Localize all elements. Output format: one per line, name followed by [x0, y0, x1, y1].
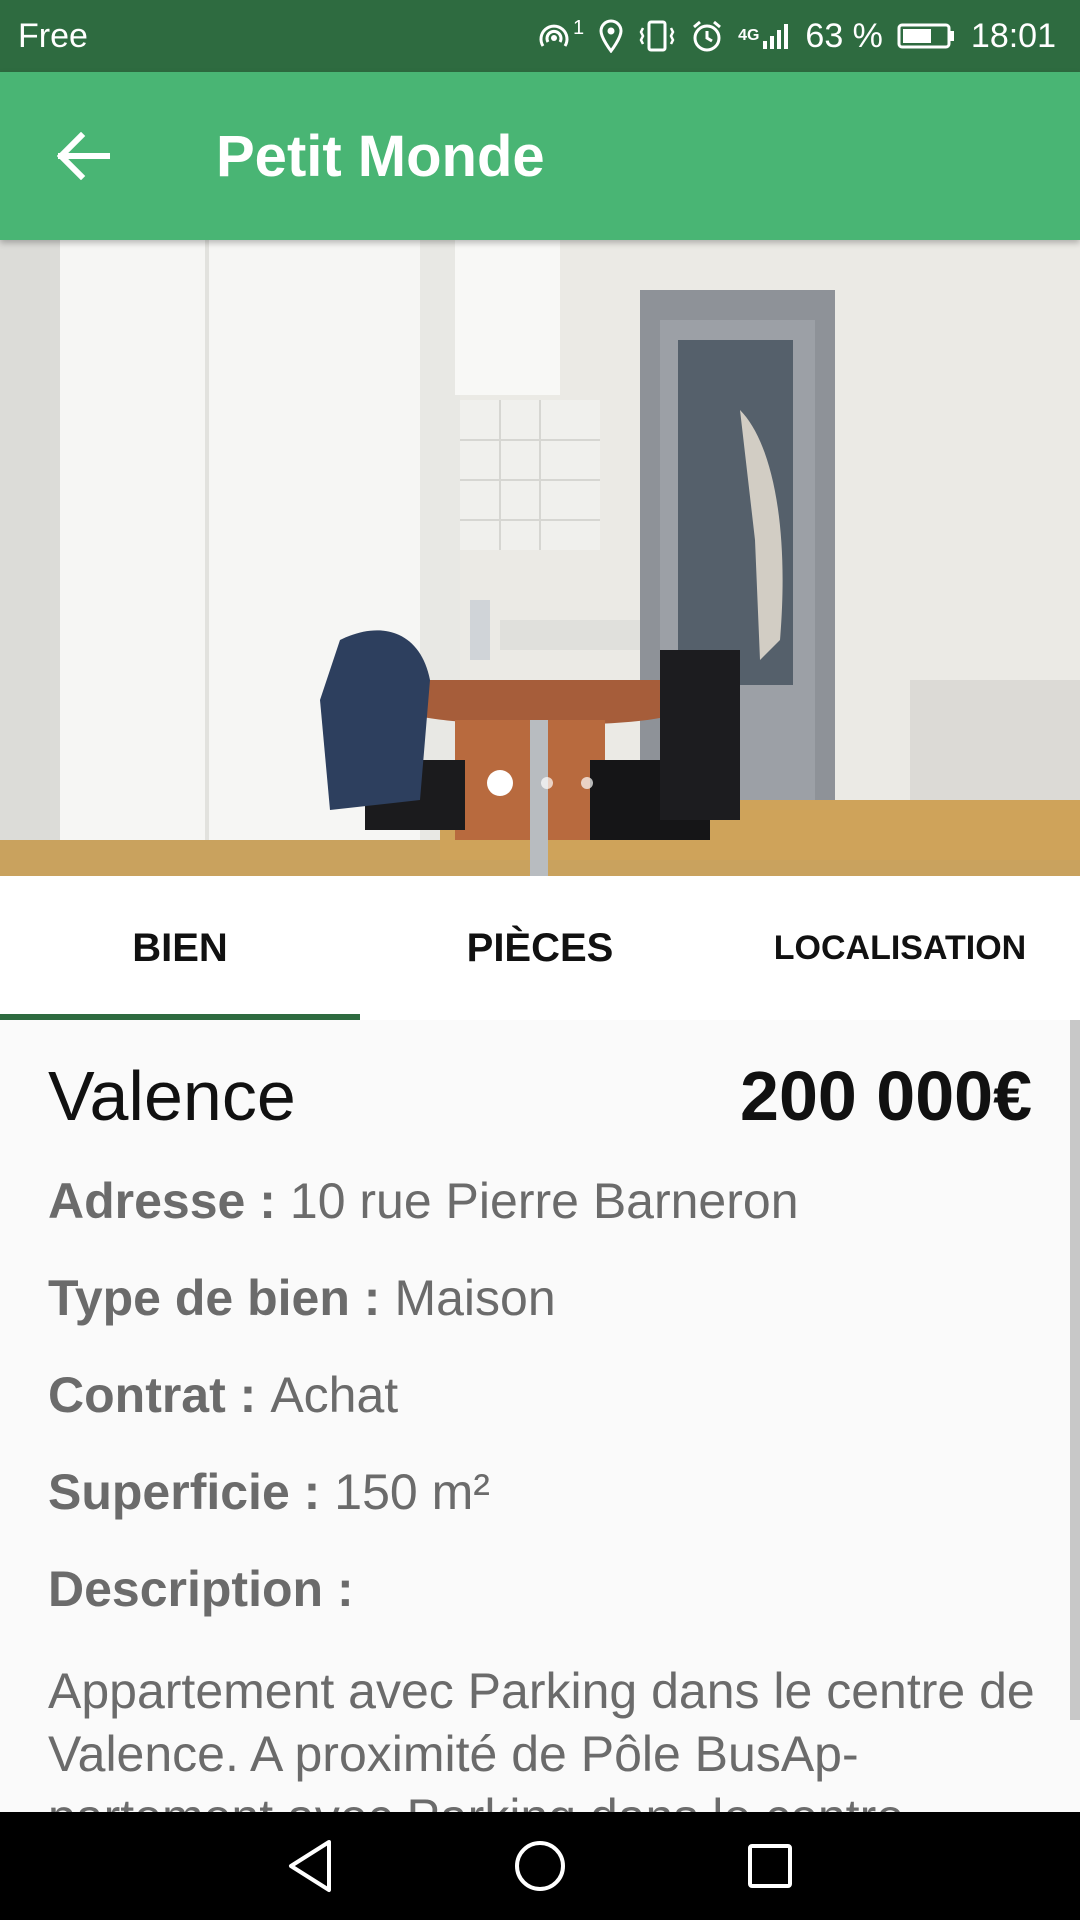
- location-icon: [598, 19, 624, 53]
- field-address: Adresse :10 rue Pierre Barneron: [48, 1172, 799, 1230]
- field-value: 10 rue Pierre Barneron: [289, 1173, 799, 1229]
- carousel-dot-1[interactable]: [487, 770, 513, 796]
- nav-home-button[interactable]: [490, 1816, 590, 1916]
- alarm-icon: [690, 19, 724, 53]
- field-label: Type de bien :: [48, 1270, 381, 1326]
- field-type: Type de bien : Maison: [48, 1269, 556, 1327]
- page-title: Petit Monde: [216, 123, 545, 189]
- description-text: Appartement avec Parking dans le centre …: [48, 1663, 1035, 1812]
- app-bar: Petit Monde: [0, 72, 1080, 240]
- square-recents-icon: [748, 1844, 792, 1888]
- network-type: 4G: [738, 27, 760, 44]
- circle-home-icon: [515, 1841, 565, 1891]
- hotspot-badge: 1: [572, 16, 585, 39]
- tab-pieces[interactable]: PIÈCES: [360, 876, 720, 1020]
- clock-time: 18:01: [970, 16, 1056, 55]
- field-description: Description :: [48, 1560, 354, 1618]
- hotspot-icon: [535, 20, 573, 52]
- carrier-name: Free: [18, 16, 88, 55]
- description-label: Description :: [48, 1561, 354, 1617]
- carousel-indicator: [0, 770, 1080, 796]
- status-bar: Free 1 4G 63 % 18:01: [0, 0, 1080, 72]
- header-row: Valence 200 000€: [48, 1056, 1032, 1136]
- tab-localisation[interactable]: LOCALISATION: [720, 876, 1080, 1020]
- field-label: Superficie :: [48, 1464, 321, 1520]
- tab-bar: BIEN PIÈCES LOCALISATION: [0, 876, 1080, 1020]
- property-city: Valence: [48, 1057, 296, 1135]
- field-label: Contrat :: [48, 1367, 257, 1423]
- vibrate-icon: [638, 19, 676, 53]
- field-value: 150 m²: [334, 1464, 490, 1520]
- field-label: Adresse :: [48, 1173, 276, 1229]
- field-surface: Superficie :150 m²: [48, 1463, 490, 1521]
- system-nav-bar: [0, 1812, 1080, 1920]
- carousel-dot-2[interactable]: [541, 777, 553, 789]
- back-button[interactable]: [34, 106, 134, 206]
- field-contract: Contrat : Achat: [48, 1366, 398, 1424]
- nav-recents-button[interactable]: [720, 1816, 820, 1916]
- battery-icon: [897, 22, 957, 50]
- arrow-back-icon: [57, 132, 110, 180]
- carousel-dot-3[interactable]: [581, 777, 593, 789]
- triangle-back-icon: [289, 1840, 331, 1892]
- scrollbar[interactable]: [1070, 1020, 1080, 1720]
- field-value: Achat: [270, 1367, 399, 1423]
- property-details[interactable]: Valence 200 000€ Adresse :10 rue Pierre …: [0, 1020, 1080, 1812]
- tab-bien[interactable]: BIEN: [0, 876, 360, 1020]
- nav-back-button[interactable]: [260, 1816, 360, 1916]
- photo-carousel[interactable]: [0, 240, 1080, 876]
- field-value: Maison: [394, 1270, 556, 1326]
- signal-icon: [761, 21, 791, 51]
- status-icons: 1 4G 63 % 18:01: [535, 17, 1056, 56]
- battery-percent: 63 %: [805, 16, 883, 55]
- property-price: 200 000€: [740, 1057, 1032, 1135]
